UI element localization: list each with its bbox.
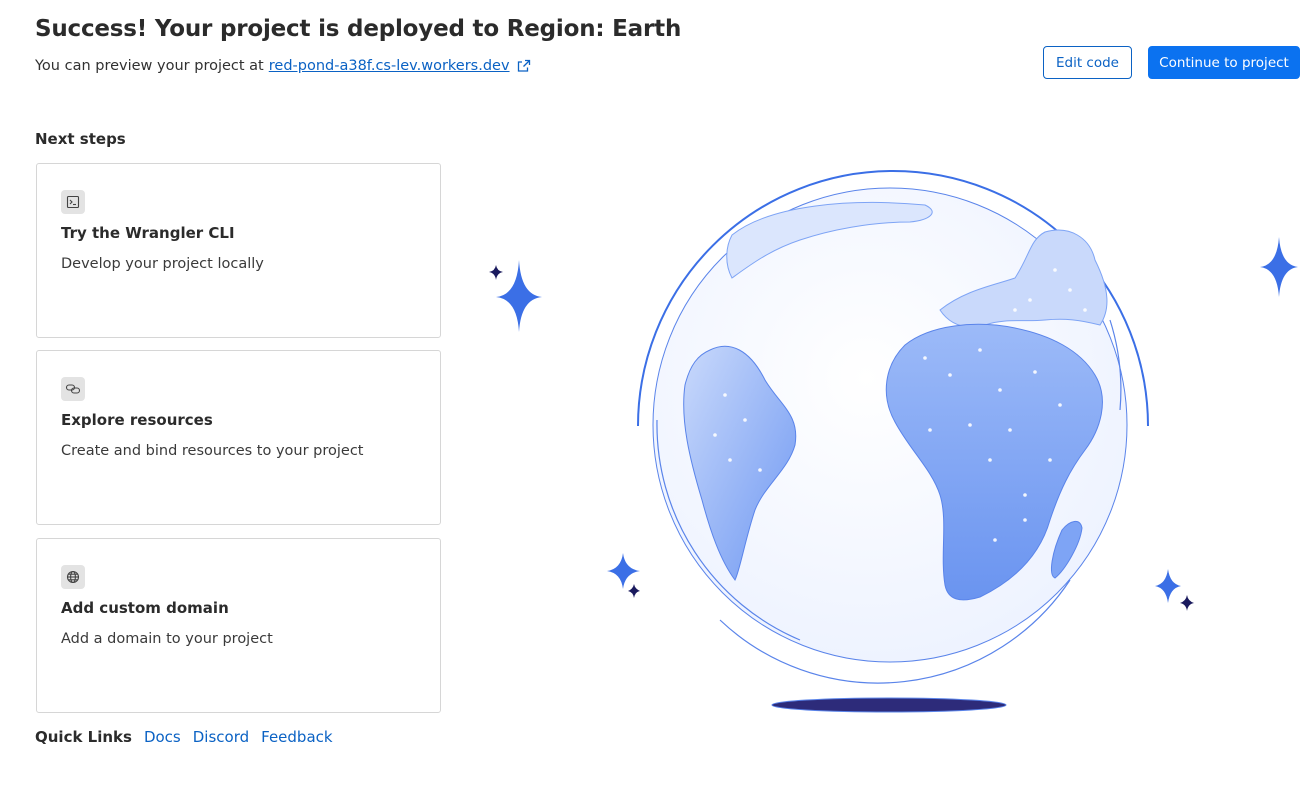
edit-code-button[interactable]: Edit code bbox=[1043, 46, 1132, 79]
sparkle-star-icon bbox=[489, 265, 503, 280]
sparkle-star-icon bbox=[607, 553, 640, 589]
external-link-icon[interactable] bbox=[517, 59, 531, 73]
card-wrangler-cli[interactable]: Try the Wrangler CLI Develop your projec… bbox=[36, 163, 441, 338]
card-description: Develop your project locally bbox=[61, 256, 264, 272]
link-icon bbox=[61, 377, 85, 401]
card-add-custom-domain[interactable]: Add custom domain Add a domain to your p… bbox=[36, 538, 441, 713]
sparkle-star-icon bbox=[496, 260, 542, 332]
card-explore-resources[interactable]: Explore resources Create and bind resour… bbox=[36, 350, 441, 525]
card-description: Create and bind resources to your projec… bbox=[61, 443, 364, 459]
docs-link[interactable]: Docs bbox=[144, 728, 181, 746]
quick-links: Quick Links Docs Discord Feedback bbox=[35, 728, 345, 746]
sparkle-star-icon bbox=[1260, 237, 1298, 297]
card-title: Try the Wrangler CLI bbox=[61, 224, 235, 242]
card-title: Explore resources bbox=[61, 411, 213, 429]
preview-prefix: You can preview your project at bbox=[35, 58, 264, 74]
ground-shadow bbox=[771, 697, 1007, 713]
terminal-icon bbox=[61, 190, 85, 214]
card-description: Add a domain to your project bbox=[61, 631, 273, 647]
card-title: Add custom domain bbox=[61, 599, 229, 617]
feedback-link[interactable]: Feedback bbox=[261, 728, 332, 746]
discord-link[interactable]: Discord bbox=[193, 728, 249, 746]
next-steps-heading: Next steps bbox=[35, 130, 126, 148]
globe-illustration bbox=[489, 170, 1298, 713]
continue-to-project-button[interactable]: Continue to project bbox=[1148, 46, 1300, 79]
sparkle-star-icon bbox=[1155, 569, 1181, 603]
sparkle-star-icon bbox=[1180, 595, 1194, 611]
sparkle-star-icon bbox=[628, 584, 640, 598]
globe-icon bbox=[61, 565, 85, 589]
page-title: Success! Your project is deployed to Reg… bbox=[35, 16, 682, 42]
preview-link[interactable]: red-pond-a38f.cs-lev.workers.dev bbox=[269, 58, 510, 74]
preview-line: You can preview your project at red-pond… bbox=[35, 58, 531, 74]
quick-links-label: Quick Links bbox=[35, 728, 132, 746]
